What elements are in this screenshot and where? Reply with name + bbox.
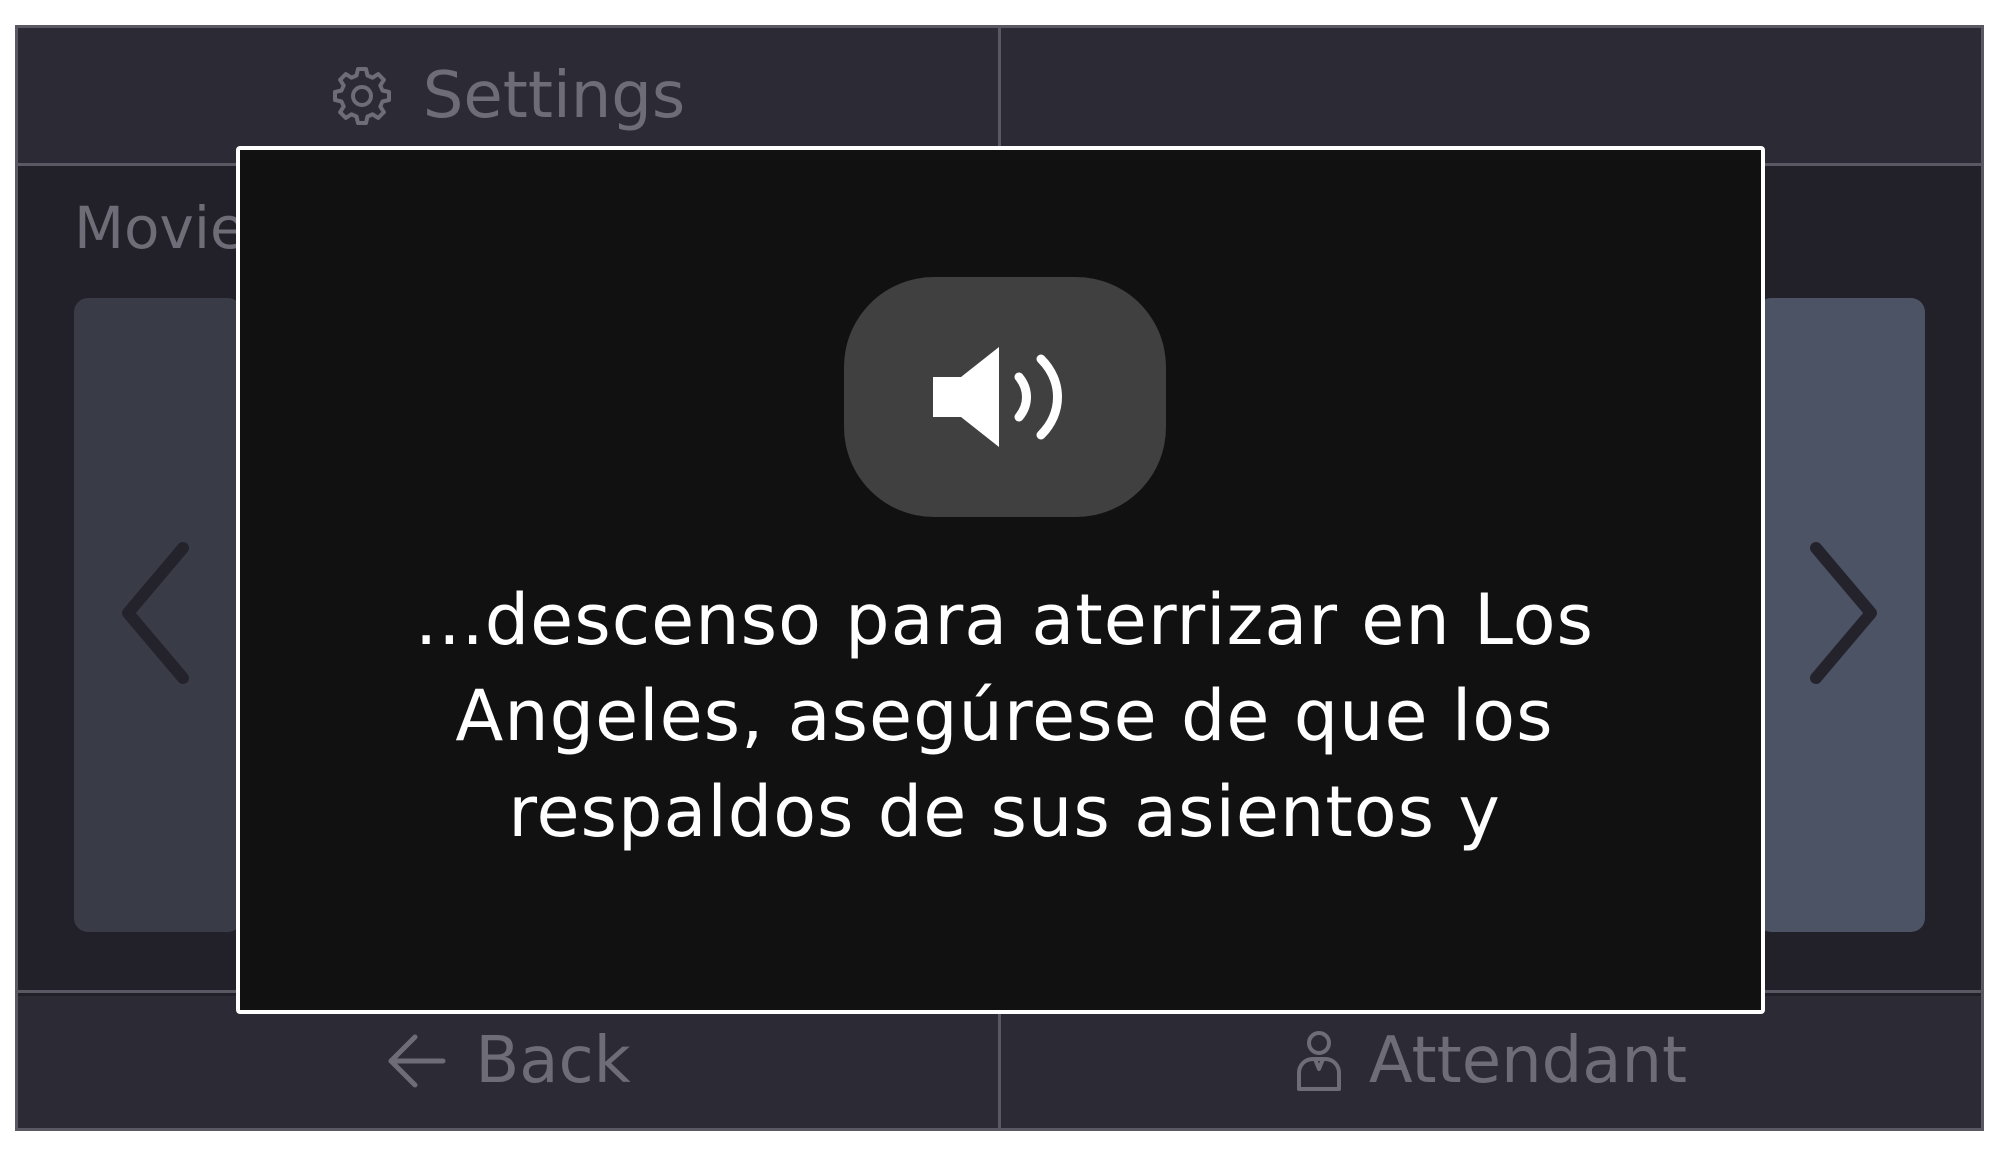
previous-button[interactable] [74, 298, 242, 932]
announcement-overlay: ...descenso para aterrizar en Los Angele… [236, 146, 1765, 1014]
arrow-left-icon [385, 1031, 449, 1091]
back-label: Back [475, 1023, 631, 1098]
gear-icon [331, 65, 393, 127]
chevron-left-icon [113, 533, 203, 697]
top-bar-right-cell [1001, 28, 1981, 163]
attendant-icon [1295, 1029, 1343, 1093]
next-button[interactable] [1757, 298, 1925, 932]
settings-button[interactable]: Settings [18, 28, 1001, 163]
announcement-text: ...descenso para aterrizar en Los Angele… [414, 579, 1595, 853]
speaker-volume-icon [844, 277, 1166, 517]
chevron-right-icon [1796, 533, 1886, 697]
settings-label: Settings [422, 58, 686, 133]
attendant-label: Attendant [1368, 1023, 1688, 1098]
